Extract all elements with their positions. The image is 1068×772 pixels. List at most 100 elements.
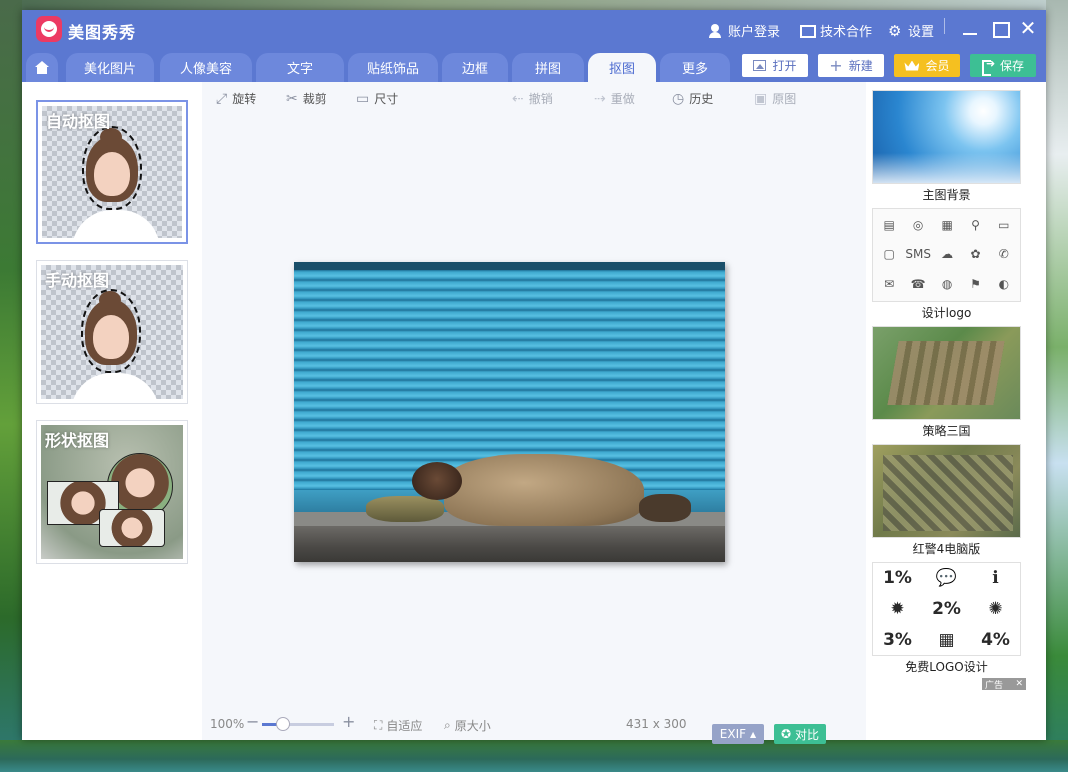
tab-label: 边框 (461, 62, 488, 77)
tab-cutout[interactable]: 抠图 (588, 53, 656, 82)
settings-label: 设置 (908, 25, 935, 40)
portrait-figure (71, 289, 159, 399)
ad-caption: 红警4电脑版 (912, 542, 981, 556)
zoom-out-icon[interactable]: − (246, 712, 259, 731)
exif-button[interactable]: EXIF ▲ (712, 724, 764, 744)
tab-text[interactable]: 文字 (256, 53, 344, 82)
tab-collage[interactable]: 拼图 (512, 53, 584, 82)
ad-caption: 主图背景 (922, 188, 971, 202)
portrait-figure (72, 126, 160, 238)
ads-panel: 主图背景 ▤ ◎ ▦ ⚲ ▭ ▢ SMS ☁ ✿ ✆ ✉ ☎ ◍ ⚑ ◐ 设计logo 策略三国 红警4… (866, 82, 1046, 740)
original-tool[interactable]: ▣ 原图 (754, 90, 796, 107)
ad-item[interactable]: 红警4电脑版 (872, 444, 1021, 557)
compare-icon: ✪ (780, 727, 792, 741)
close-icon[interactable]: ✕ (1018, 18, 1038, 38)
zoom-slider-thumb[interactable] (276, 717, 290, 731)
cutout-mode-panel: 自动抠图 手动抠图 形状抠图 (22, 82, 202, 740)
close-icon[interactable]: ✕ (1015, 679, 1023, 689)
caret-up-icon: ▲ (750, 729, 757, 739)
account-login-label: 账户登录 (728, 25, 781, 40)
ad-thumbnail (872, 326, 1021, 420)
info-icon: ℹ (992, 568, 999, 588)
original-label: 原图 (772, 92, 797, 106)
original-size-button[interactable]: ⌕ 原大小 (444, 717, 491, 734)
open-button[interactable]: 打开 (742, 54, 808, 77)
desktop-background-bottom (0, 740, 1068, 772)
history-tool[interactable]: ◷ 历史 (672, 90, 713, 107)
tab-label: 文字 (286, 62, 313, 77)
zoom-level: 100% (210, 717, 245, 731)
main-tab-bar: 美化图片 人像美容 文字 贴纸饰品 边框 拼图 抠图 更多 打开 + 新建 会员… (22, 51, 1046, 82)
scissors-icon: ✂ (286, 90, 298, 107)
ad-item[interactable]: 1% 💬 ℹ ✹ 2% ✺ 3% ▦ 4% 免费LOGO设计 (872, 562, 1021, 675)
undo-tool[interactable]: ⇠ 撤销 (512, 90, 553, 107)
crown-icon (904, 61, 919, 71)
ad-item[interactable]: ▤ ◎ ▦ ⚲ ▭ ▢ SMS ☁ ✿ ✆ ✉ ☎ ◍ ⚑ ◐ 设计logo (872, 208, 1021, 321)
minimize-icon[interactable] (960, 18, 980, 38)
desktop-background-top (0, 0, 1068, 10)
ad-item[interactable]: 主图背景 (872, 90, 1021, 203)
image-dimensions: 431 x 300 (626, 717, 687, 731)
logo-grid-item: 2% (932, 599, 961, 619)
sun-icon: ✹ (890, 599, 905, 619)
app-window: 美图秀秀 账户登录 技术合作 ⚙ 设置 ✕ 美化图片 人像美容 文字 贴纸饰品 … (22, 10, 1046, 744)
crop-tool[interactable]: ✂ 裁剪 (286, 90, 327, 107)
vip-label: 会员 (925, 59, 950, 73)
save-button[interactable]: 保存 (970, 54, 1036, 77)
redo-tool[interactable]: ⇢ 重做 (594, 90, 635, 107)
logo-grid-item: 4% (981, 630, 1010, 650)
tab-portrait[interactable]: 人像美容 (160, 53, 252, 82)
tech-coop-link[interactable]: 技术合作 (800, 21, 872, 40)
settings-link[interactable]: ⚙ 设置 (888, 21, 934, 40)
home-icon (35, 61, 49, 74)
picture-icon: ▣ (754, 90, 768, 107)
tab-label: 抠图 (608, 62, 635, 77)
title-bar: 美图秀秀 账户登录 技术合作 ⚙ 设置 ✕ (22, 10, 1046, 51)
edited-photo[interactable] (294, 262, 725, 562)
tab-beautify[interactable]: 美化图片 (66, 53, 154, 82)
magnifier-icon: ⌕ (444, 718, 451, 732)
speech-bubble-icon: 💬 (935, 568, 958, 588)
rotate-tool[interactable]: ⤢ 旋转 (216, 90, 256, 107)
rounded-cutout-sample (99, 509, 165, 547)
zoom-in-icon[interactable]: + (342, 712, 355, 731)
maximize-icon[interactable] (990, 18, 1010, 38)
compare-label: 对比 (795, 727, 820, 742)
vip-button[interactable]: 会员 (894, 54, 960, 77)
auto-cutout-card[interactable]: 自动抠图 (36, 100, 188, 244)
size-label: 尺寸 (374, 92, 399, 106)
tab-more[interactable]: 更多 (660, 53, 730, 82)
shape-cutout-label: 形状抠图 (45, 431, 110, 450)
open-label: 打开 (772, 59, 797, 73)
new-label: 新建 (848, 59, 873, 73)
ad-badge[interactable]: 广告 ✕ (982, 678, 1026, 691)
ad-item[interactable]: 策略三国 (872, 326, 1021, 439)
app-title: 美图秀秀 (68, 23, 137, 42)
title-separator (944, 18, 945, 34)
compare-button[interactable]: ✪ 对比 (774, 724, 826, 744)
manual-cutout-card[interactable]: 手动抠图 (36, 260, 188, 404)
logo-grid-item: 3% (883, 630, 912, 650)
auto-cutout-label: 自动抠图 (46, 112, 111, 131)
account-login-link[interactable]: 账户登录 (708, 21, 780, 40)
tab-label: 更多 (681, 62, 708, 77)
exif-label: EXIF (719, 727, 747, 741)
save-label: 保存 (999, 59, 1024, 73)
size-tool[interactable]: ▭ 尺寸 (356, 90, 398, 107)
shape-cutout-card[interactable]: 形状抠图 (36, 420, 188, 564)
tab-home[interactable] (26, 53, 58, 82)
tab-label: 拼图 (534, 62, 561, 77)
export-icon (981, 57, 995, 76)
tab-stickers[interactable]: 贴纸饰品 (348, 53, 438, 82)
canvas-area: ⤢ 旋转 ✂ 裁剪 ▭ 尺寸 ⇠ 撤销 ⇢ 重做 ◷ 历史 ▣ 原图 100% … (202, 82, 866, 744)
globe-icon: ✺ (988, 599, 1003, 619)
fit-button[interactable]: ⛶ 自适应 (374, 717, 422, 734)
new-button[interactable]: + 新建 (818, 54, 884, 77)
undo-arrow-icon: ⇠ (512, 90, 524, 107)
gear-icon: ⚙ (888, 21, 902, 40)
monitor-icon (800, 24, 816, 38)
tech-coop-label: 技术合作 (820, 25, 873, 40)
redo-arrow-icon: ⇢ (594, 90, 606, 107)
ad-caption: 免费LOGO设计 (905, 660, 988, 674)
tab-frames[interactable]: 边框 (442, 53, 508, 82)
